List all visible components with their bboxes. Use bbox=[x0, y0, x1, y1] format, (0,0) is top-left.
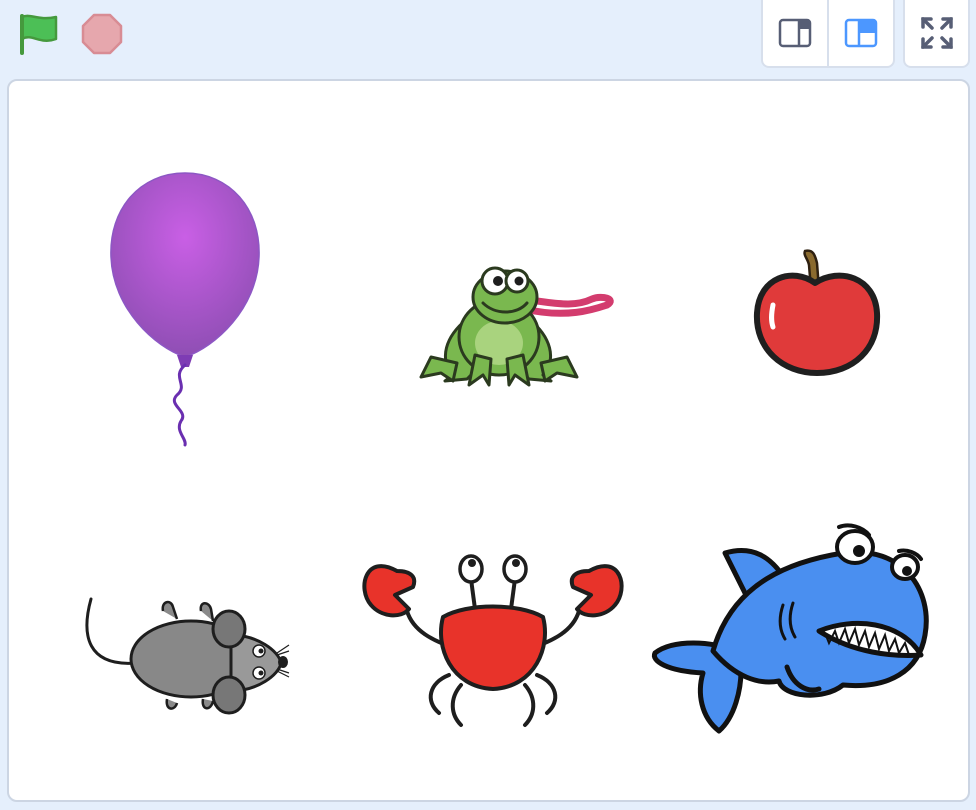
small-stage-mode-icon bbox=[778, 18, 812, 48]
fullscreen-button[interactable] bbox=[903, 0, 970, 68]
green-flag-button[interactable] bbox=[14, 12, 62, 56]
frog-sprite[interactable] bbox=[417, 259, 617, 387]
shark-sprite[interactable] bbox=[643, 521, 933, 741]
stage-header bbox=[0, 0, 976, 80]
fullscreen-icon bbox=[920, 17, 953, 49]
normal-stage-mode-icon bbox=[844, 18, 878, 48]
small-stage-button[interactable] bbox=[763, 0, 827, 66]
crab-sprite[interactable] bbox=[357, 545, 629, 731]
mouse-sprite[interactable] bbox=[81, 595, 291, 719]
normal-stage-button[interactable] bbox=[827, 0, 893, 66]
green-flag-icon bbox=[20, 14, 58, 55]
stop-button[interactable] bbox=[78, 10, 126, 58]
stop-sign-icon bbox=[81, 13, 123, 55]
stage-canvas[interactable] bbox=[7, 79, 970, 802]
stage-size-toggle bbox=[761, 0, 895, 68]
apple-sprite[interactable] bbox=[753, 245, 883, 377]
balloon-sprite[interactable] bbox=[105, 169, 265, 449]
